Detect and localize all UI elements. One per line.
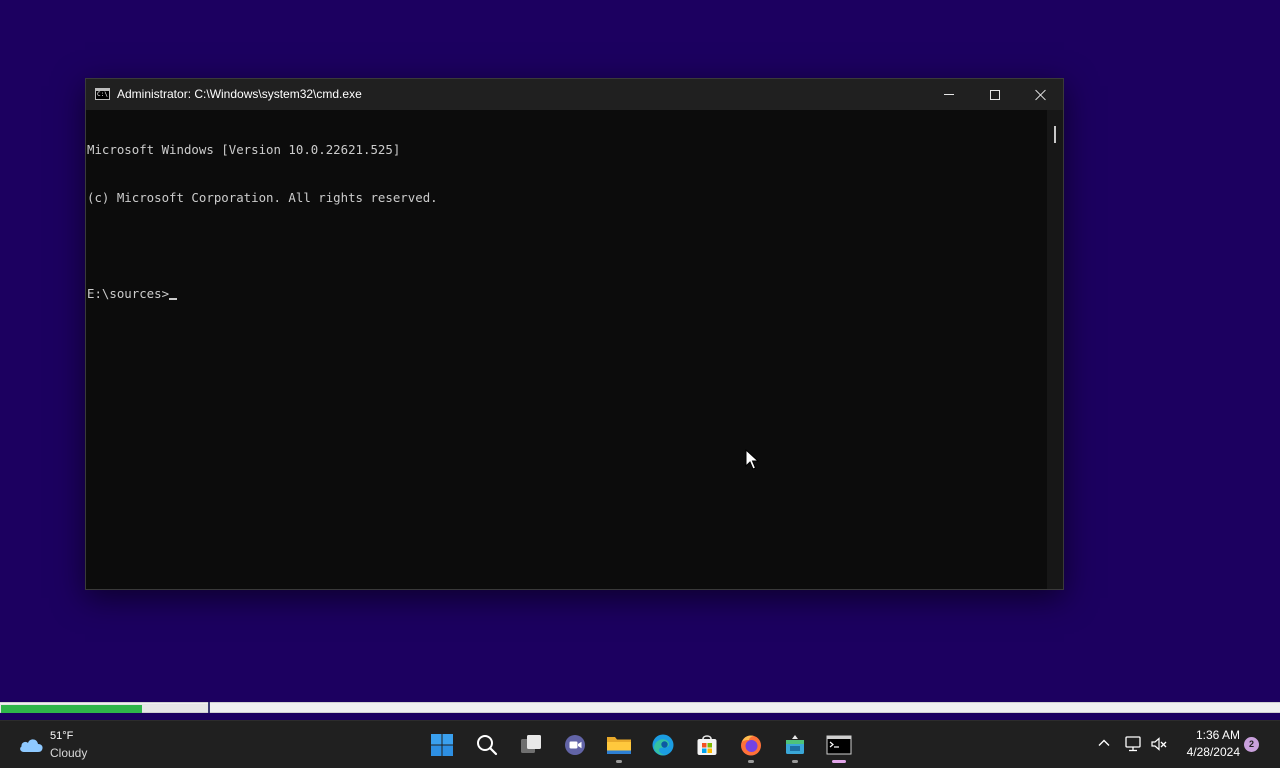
command-prompt: E:\sources> [87,286,170,301]
chevron-up-icon[interactable] [1096,735,1112,751]
start-button[interactable] [426,729,458,761]
weather-condition: Cloudy [50,746,88,760]
taskbar: 51°F Cloudy 1:36 AM 4/28/2024 2 [0,720,1280,768]
file-explorer-icon [607,737,631,754]
running-indicator [748,760,754,763]
weather-temperature: 51°F [50,730,74,742]
running-indicator [616,760,622,763]
search-icon [477,735,498,756]
notification-badge[interactable]: 2 [1244,737,1259,752]
firefox-icon [741,735,761,756]
store-icon [697,735,717,755]
edge-icon [652,734,674,756]
firefox-button[interactable] [735,729,767,763]
progress-track [0,704,208,713]
close-button[interactable] [1018,79,1064,110]
store-button[interactable] [691,729,723,761]
title-bar[interactable]: Administrator: C:\Windows\system32\cmd.e… [86,79,1063,110]
command-prompt-line[interactable]: E:\sources> [87,286,1048,302]
search-button[interactable] [471,729,503,761]
text-cursor [169,298,178,300]
close-icon [1035,89,1047,101]
file-explorer-button[interactable] [603,729,635,763]
minimize-button[interactable] [926,79,972,110]
clock-time: 1:36 AM [1195,728,1240,742]
maximize-button[interactable] [972,79,1018,110]
volume-muted-icon[interactable] [1150,735,1168,753]
chat-button[interactable] [559,729,591,761]
window-title: Administrator: C:\Windows\system32\cmd.e… [117,87,362,101]
clock-date: 4/28/2024 [1186,745,1240,759]
console-line: Microsoft Windows [Version 10.0.22621.52… [87,142,401,157]
network-icon[interactable] [1124,735,1142,753]
progress-divider [208,702,210,713]
minimize-icon [944,94,954,95]
progress-fill [1,705,142,713]
maximize-icon [990,89,1000,100]
console-output[interactable]: Microsoft Windows [Version 10.0.22621.52… [86,110,1048,589]
progress-strip [0,702,1280,713]
app-icon [786,735,804,754]
mouse-pointer-icon [745,449,759,470]
task-view-button[interactable] [515,729,547,761]
cmd-icon[interactable] [95,88,110,100]
cloud-icon [20,739,43,752]
task-view-icon [521,735,541,753]
app-button[interactable] [779,729,811,763]
edge-button[interactable] [647,729,679,761]
active-indicator [832,760,846,763]
scrollbar[interactable] [1047,110,1063,589]
terminal-button[interactable] [823,729,855,763]
scroll-thumb[interactable] [1054,126,1056,143]
terminal-icon [826,735,852,755]
weather-widget[interactable]: 51°F Cloudy [16,728,106,762]
running-indicator [792,760,798,763]
console-line: (c) Microsoft Corporation. All rights re… [87,190,438,205]
start-icon [431,734,453,756]
cmd-window[interactable]: Administrator: C:\Windows\system32\cmd.e… [85,78,1064,590]
clock[interactable]: 1:36 AM 4/28/2024 [1176,727,1240,761]
chat-icon [565,735,585,755]
